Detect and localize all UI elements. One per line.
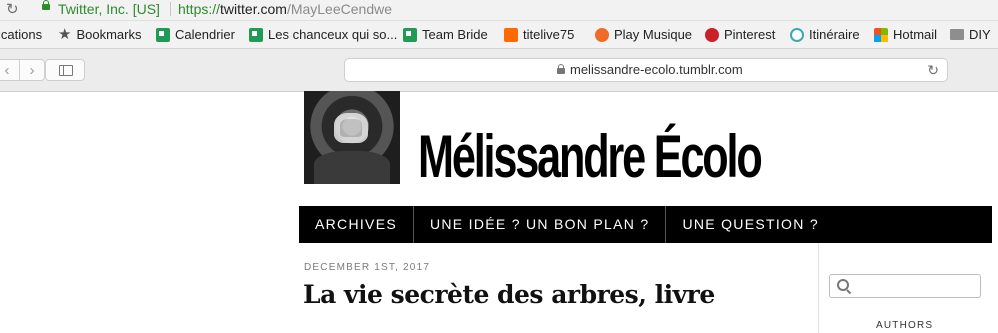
post-title[interactable]: La vie secrète des arbres, livre bbox=[303, 278, 715, 312]
reload-icon[interactable]: ↻ bbox=[927, 61, 939, 79]
sheets-icon bbox=[156, 27, 170, 42]
post-date[interactable]: DECEMBER 1ST, 2017 bbox=[304, 262, 430, 273]
bookmark-itineraire[interactable]: Itinéraire bbox=[790, 21, 860, 48]
url-host: twitter.com bbox=[220, 1, 287, 17]
bookmark-label: ications bbox=[0, 27, 43, 42]
reload-icon[interactable]: ↻ bbox=[6, 1, 19, 18]
forward-button[interactable]: › bbox=[19, 59, 45, 81]
pinterest-icon bbox=[705, 27, 719, 42]
url-scheme: https:// bbox=[178, 1, 221, 17]
bookmark-label: Bookmarks bbox=[76, 27, 142, 42]
bookmark-label: DIY bbox=[969, 27, 991, 42]
bookmark-hotmail[interactable]: Hotmail bbox=[874, 21, 937, 48]
bookmark-label: Les chanceux qui so... bbox=[268, 27, 398, 42]
bookmark-diy[interactable]: DIY bbox=[950, 21, 991, 48]
bookmark-pinterest[interactable]: Pinterest bbox=[705, 21, 775, 48]
bookmark-label: Play Musique bbox=[614, 27, 693, 42]
bookmark-les-chanceux[interactable]: Les chanceux qui so... bbox=[249, 21, 397, 48]
bookmark-label: Calendrier bbox=[175, 27, 235, 42]
lock-icon bbox=[557, 64, 565, 74]
microsoft-icon bbox=[874, 27, 888, 42]
bookmark-label: titelive75 bbox=[523, 27, 575, 42]
page-content: Mélissandre Écolo ARCHIVES UNE IDÉE ? UN… bbox=[0, 91, 998, 333]
blog-nav: ARCHIVES UNE IDÉE ? UN BON PLAN ? UNE QU… bbox=[299, 206, 992, 243]
browser-toolbar: ‹ › melissandre-ecolo.tumblr.com ↻ bbox=[0, 49, 998, 92]
sheets-icon bbox=[403, 27, 417, 42]
sidebar-divider bbox=[818, 243, 819, 333]
folder-icon bbox=[950, 29, 964, 40]
play-music-icon bbox=[595, 27, 609, 42]
bookmark-calendrier[interactable]: Calendrier bbox=[156, 21, 235, 48]
sidebar-heading-authors: AUTHORS bbox=[876, 320, 934, 331]
bookmark-label: Itinéraire bbox=[809, 27, 860, 42]
back-button[interactable]: ‹ bbox=[0, 59, 20, 81]
search-icon bbox=[837, 279, 849, 291]
bookmark-applications[interactable]: ications bbox=[0, 21, 42, 48]
bookmark-bookmarks[interactable]: ★ Bookmarks bbox=[58, 21, 141, 48]
sheets-icon bbox=[249, 27, 263, 42]
bookmark-label: Hotmail bbox=[893, 27, 938, 42]
avatar[interactable] bbox=[304, 91, 400, 184]
omnibox[interactable]: melissandre-ecolo.tumblr.com ↻ bbox=[344, 58, 948, 82]
blog-title[interactable]: Mélissandre Écolo bbox=[418, 120, 763, 194]
chevron-left-icon: ‹ bbox=[4, 62, 10, 79]
bookmark-titelive75[interactable]: titelive75 bbox=[504, 21, 574, 48]
url-separator bbox=[170, 2, 171, 16]
bookmark-label: Pinterest bbox=[724, 27, 776, 42]
secure-lock-icon[interactable] bbox=[42, 0, 50, 10]
soundcloud-icon bbox=[504, 27, 518, 42]
bookmarks-bar: ications ★ Bookmarks Calendrier Les chanc… bbox=[0, 21, 998, 49]
omnibox-url[interactable]: melissandre-ecolo.tumblr.com bbox=[570, 62, 743, 78]
nav-item-question[interactable]: UNE QUESTION ? bbox=[666, 206, 834, 243]
url-path: /MayLeeCendwe bbox=[286, 1, 392, 17]
itinerary-icon bbox=[790, 27, 804, 42]
bookmark-play-musique[interactable]: Play Musique bbox=[595, 21, 692, 48]
ev-certificate-label[interactable]: Twitter, Inc. [US] bbox=[58, 0, 160, 18]
nav-item-idea[interactable]: UNE IDÉE ? UN BON PLAN ? bbox=[414, 206, 667, 243]
sidebar-toggle-button[interactable] bbox=[45, 59, 85, 81]
search-input[interactable] bbox=[852, 277, 980, 297]
chevron-right-icon: › bbox=[29, 62, 35, 79]
bookmark-team-bride[interactable]: Team Bride bbox=[403, 21, 488, 48]
search-field[interactable] bbox=[829, 274, 981, 298]
nav-item-archives[interactable]: ARCHIVES bbox=[299, 206, 414, 243]
address-info-bar: ↻ Twitter, Inc. [US] https://twitter.com… bbox=[0, 0, 998, 21]
address-url[interactable]: https://twitter.com/MayLeeCendwe bbox=[178, 0, 392, 18]
bookmark-label: Team Bride bbox=[422, 27, 488, 42]
star-icon: ★ bbox=[58, 25, 72, 43]
